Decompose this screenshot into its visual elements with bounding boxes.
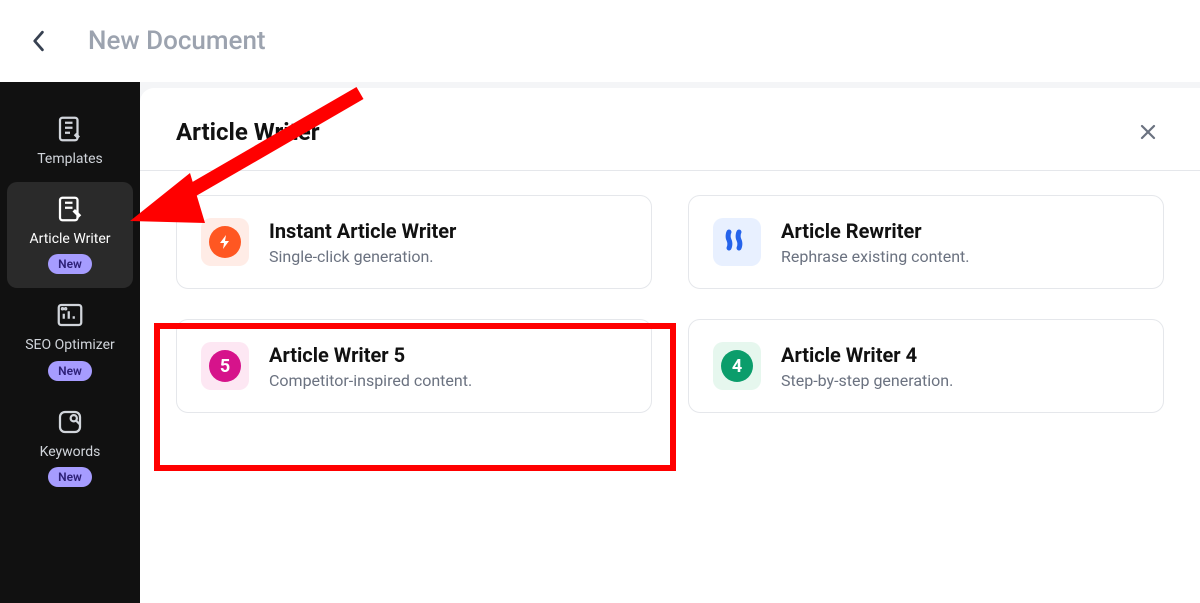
templates-icon	[55, 114, 85, 144]
card-article-writer-5[interactable]: 5 Article Writer 5 Competitor-inspired c…	[176, 319, 652, 413]
keywords-icon	[55, 407, 85, 437]
sidebar-item-templates[interactable]: Templates	[7, 102, 133, 182]
back-button[interactable]	[24, 27, 52, 55]
card-desc: Single-click generation.	[269, 247, 456, 266]
new-badge: New	[48, 254, 92, 274]
card-desc: Rephrase existing content.	[781, 247, 970, 266]
number-5-icon: 5	[201, 342, 249, 390]
sidebar-item-keywords[interactable]: Keywords New	[7, 395, 133, 501]
lightning-icon	[201, 218, 249, 266]
sidebar: Templates Article Writer New SEO Optimiz…	[0, 82, 140, 603]
card-title: Article Writer 5	[269, 343, 472, 367]
seo-optimizer-icon	[55, 300, 85, 330]
content-title: Article Writer	[176, 118, 320, 146]
topbar: New Document	[0, 0, 1200, 82]
card-article-rewriter[interactable]: Article Rewriter Rephrase existing conte…	[688, 195, 1164, 289]
new-badge: New	[48, 467, 92, 487]
sidebar-item-label: Templates	[37, 150, 103, 168]
number-4-icon: 4	[713, 342, 761, 390]
sidebar-item-seo-optimizer[interactable]: SEO Optimizer New	[7, 288, 133, 394]
content: Article Writer Instant Article Writer Si…	[140, 88, 1200, 603]
sidebar-item-label: SEO Optimizer	[25, 336, 115, 354]
new-badge: New	[48, 361, 92, 381]
card-article-writer-4[interactable]: 4 Article Writer 4 Step-by-step generati…	[688, 319, 1164, 413]
card-title: Article Writer 4	[781, 343, 953, 367]
sidebar-item-label: Article Writer	[29, 230, 110, 248]
content-header: Article Writer	[140, 88, 1200, 171]
rewrite-icon	[713, 218, 761, 266]
card-desc: Competitor-inspired content.	[269, 371, 472, 390]
card-desc: Step-by-step generation.	[781, 371, 953, 390]
sidebar-item-label: Keywords	[40, 443, 101, 461]
card-title: Instant Article Writer	[269, 219, 456, 243]
page-title: New Document	[88, 26, 266, 56]
card-title: Article Rewriter	[781, 219, 970, 243]
body: Templates Article Writer New SEO Optimiz…	[0, 82, 1200, 603]
sidebar-item-article-writer[interactable]: Article Writer New	[7, 182, 133, 288]
card-instant-article-writer[interactable]: Instant Article Writer Single-click gene…	[176, 195, 652, 289]
close-button[interactable]	[1132, 116, 1164, 148]
article-writer-icon	[55, 194, 85, 224]
card-grid: Instant Article Writer Single-click gene…	[140, 171, 1200, 437]
